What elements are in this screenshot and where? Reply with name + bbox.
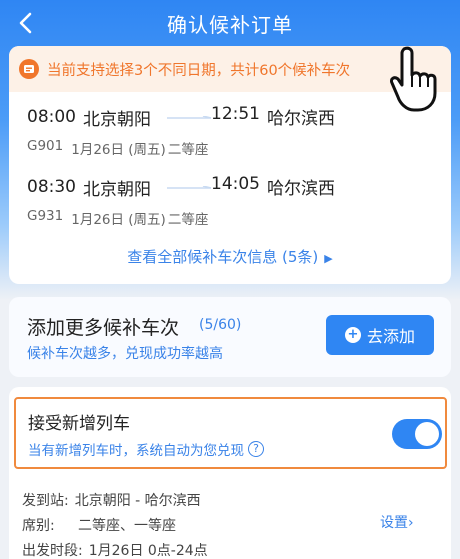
add-button-label: 去添加 xyxy=(366,327,415,346)
arrival-time: 12:51 xyxy=(211,104,260,124)
accept-new-subtitle-text: 当有新增列车时，系统自动为您兑现 xyxy=(28,443,244,459)
back-button[interactable] xyxy=(12,9,40,37)
route-value: 北京朝阳 - 哈尔滨西 xyxy=(74,493,201,509)
settings-link[interactable]: 设置› xyxy=(380,512,414,532)
train-number: G931 xyxy=(27,208,64,224)
train-date: 1月26日 (周五) xyxy=(71,142,166,158)
departure-time: 08:00 xyxy=(27,107,76,127)
train-item[interactable]: 08:30 北京朝阳 14:05 哈尔滨西 G931 1月26日 (周五) 二等… xyxy=(27,174,447,228)
notice-banner: 当前支持选择3个不同日期，共计60个候补车次 xyxy=(9,46,451,92)
help-icon[interactable]: ? xyxy=(248,441,264,457)
train-item[interactable]: 08:00 北京朝阳 12:51 哈尔滨西 G901 1月26日 (周五) 二等… xyxy=(27,104,447,158)
add-more-card: 添加更多候补车次 (5/60) 候补车次越多，兑现成功率越高 + 去添加 xyxy=(9,297,451,377)
arrow-icon xyxy=(167,116,212,119)
add-more-count: (5/60) xyxy=(199,317,242,333)
settings-label: 设置 xyxy=(380,515,408,531)
arrow-icon xyxy=(167,186,212,189)
chevron-left-icon xyxy=(19,12,32,34)
triangle-right-icon: ▶ xyxy=(324,252,333,265)
time-label: 出发时段: xyxy=(22,543,83,559)
view-all-label: 查看全部候补车次信息 (5条) xyxy=(127,248,319,266)
arrival-station: 哈尔滨西 xyxy=(267,179,335,199)
page-title: 确认候补订单 xyxy=(167,12,293,37)
pointing-hand-icon xyxy=(390,46,437,112)
train-number: G901 xyxy=(27,138,64,154)
accept-new-trains-row: 接受新增列车 当有新增列车时，系统自动为您兑现 ? xyxy=(14,397,447,469)
departure-station: 北京朝阳 xyxy=(83,179,151,200)
departure-station: 北京朝阳 xyxy=(83,109,151,130)
accept-new-toggle[interactable] xyxy=(392,419,442,449)
arrival-station: 哈尔滨西 xyxy=(267,109,335,129)
time-value: 1月26日 0点-24点 xyxy=(88,543,208,559)
time-info: 出发时段: 1月26日 0点-24点 xyxy=(22,540,208,559)
arrival-time: 14:05 xyxy=(211,174,260,194)
add-trains-button[interactable]: + 去添加 xyxy=(326,315,434,355)
seat-label: 席别: xyxy=(22,518,55,534)
seat-class: 二等座 xyxy=(167,212,209,228)
seat-class: 二等座 xyxy=(167,142,209,158)
top-bar: 确认候补订单 xyxy=(0,0,460,46)
chevron-right-icon: › xyxy=(408,515,414,531)
notice-text: 当前支持选择3个不同日期，共计60个候补车次 xyxy=(47,62,351,79)
view-all-trains-link[interactable]: 查看全部候补车次信息 (5条) ▶ xyxy=(9,246,451,267)
train-date: 1月26日 (周五) xyxy=(71,212,166,228)
train-list-card: 当前支持选择3个不同日期，共计60个候补车次 08:00 北京朝阳 12:51 … xyxy=(9,46,451,284)
accept-new-title: 接受新增列车 xyxy=(28,414,130,434)
toggle-knob xyxy=(415,422,439,446)
seat-info: 席别: 二等座、一等座 xyxy=(22,515,176,535)
route-label: 发到站: xyxy=(22,493,69,509)
add-more-title: 添加更多候补车次 xyxy=(27,317,180,339)
seat-value: 二等座、一等座 xyxy=(78,518,176,534)
plus-icon: + xyxy=(344,327,361,343)
ticket-icon xyxy=(19,59,39,79)
route-info: 发到站: 北京朝阳 - 哈尔滨西 xyxy=(22,490,201,510)
add-more-subtitle: 候补车次越多，兑现成功率越高 xyxy=(27,346,223,362)
accept-new-subtitle: 当有新增列车时，系统自动为您兑现 ? xyxy=(28,439,264,459)
departure-time: 08:30 xyxy=(27,177,76,197)
